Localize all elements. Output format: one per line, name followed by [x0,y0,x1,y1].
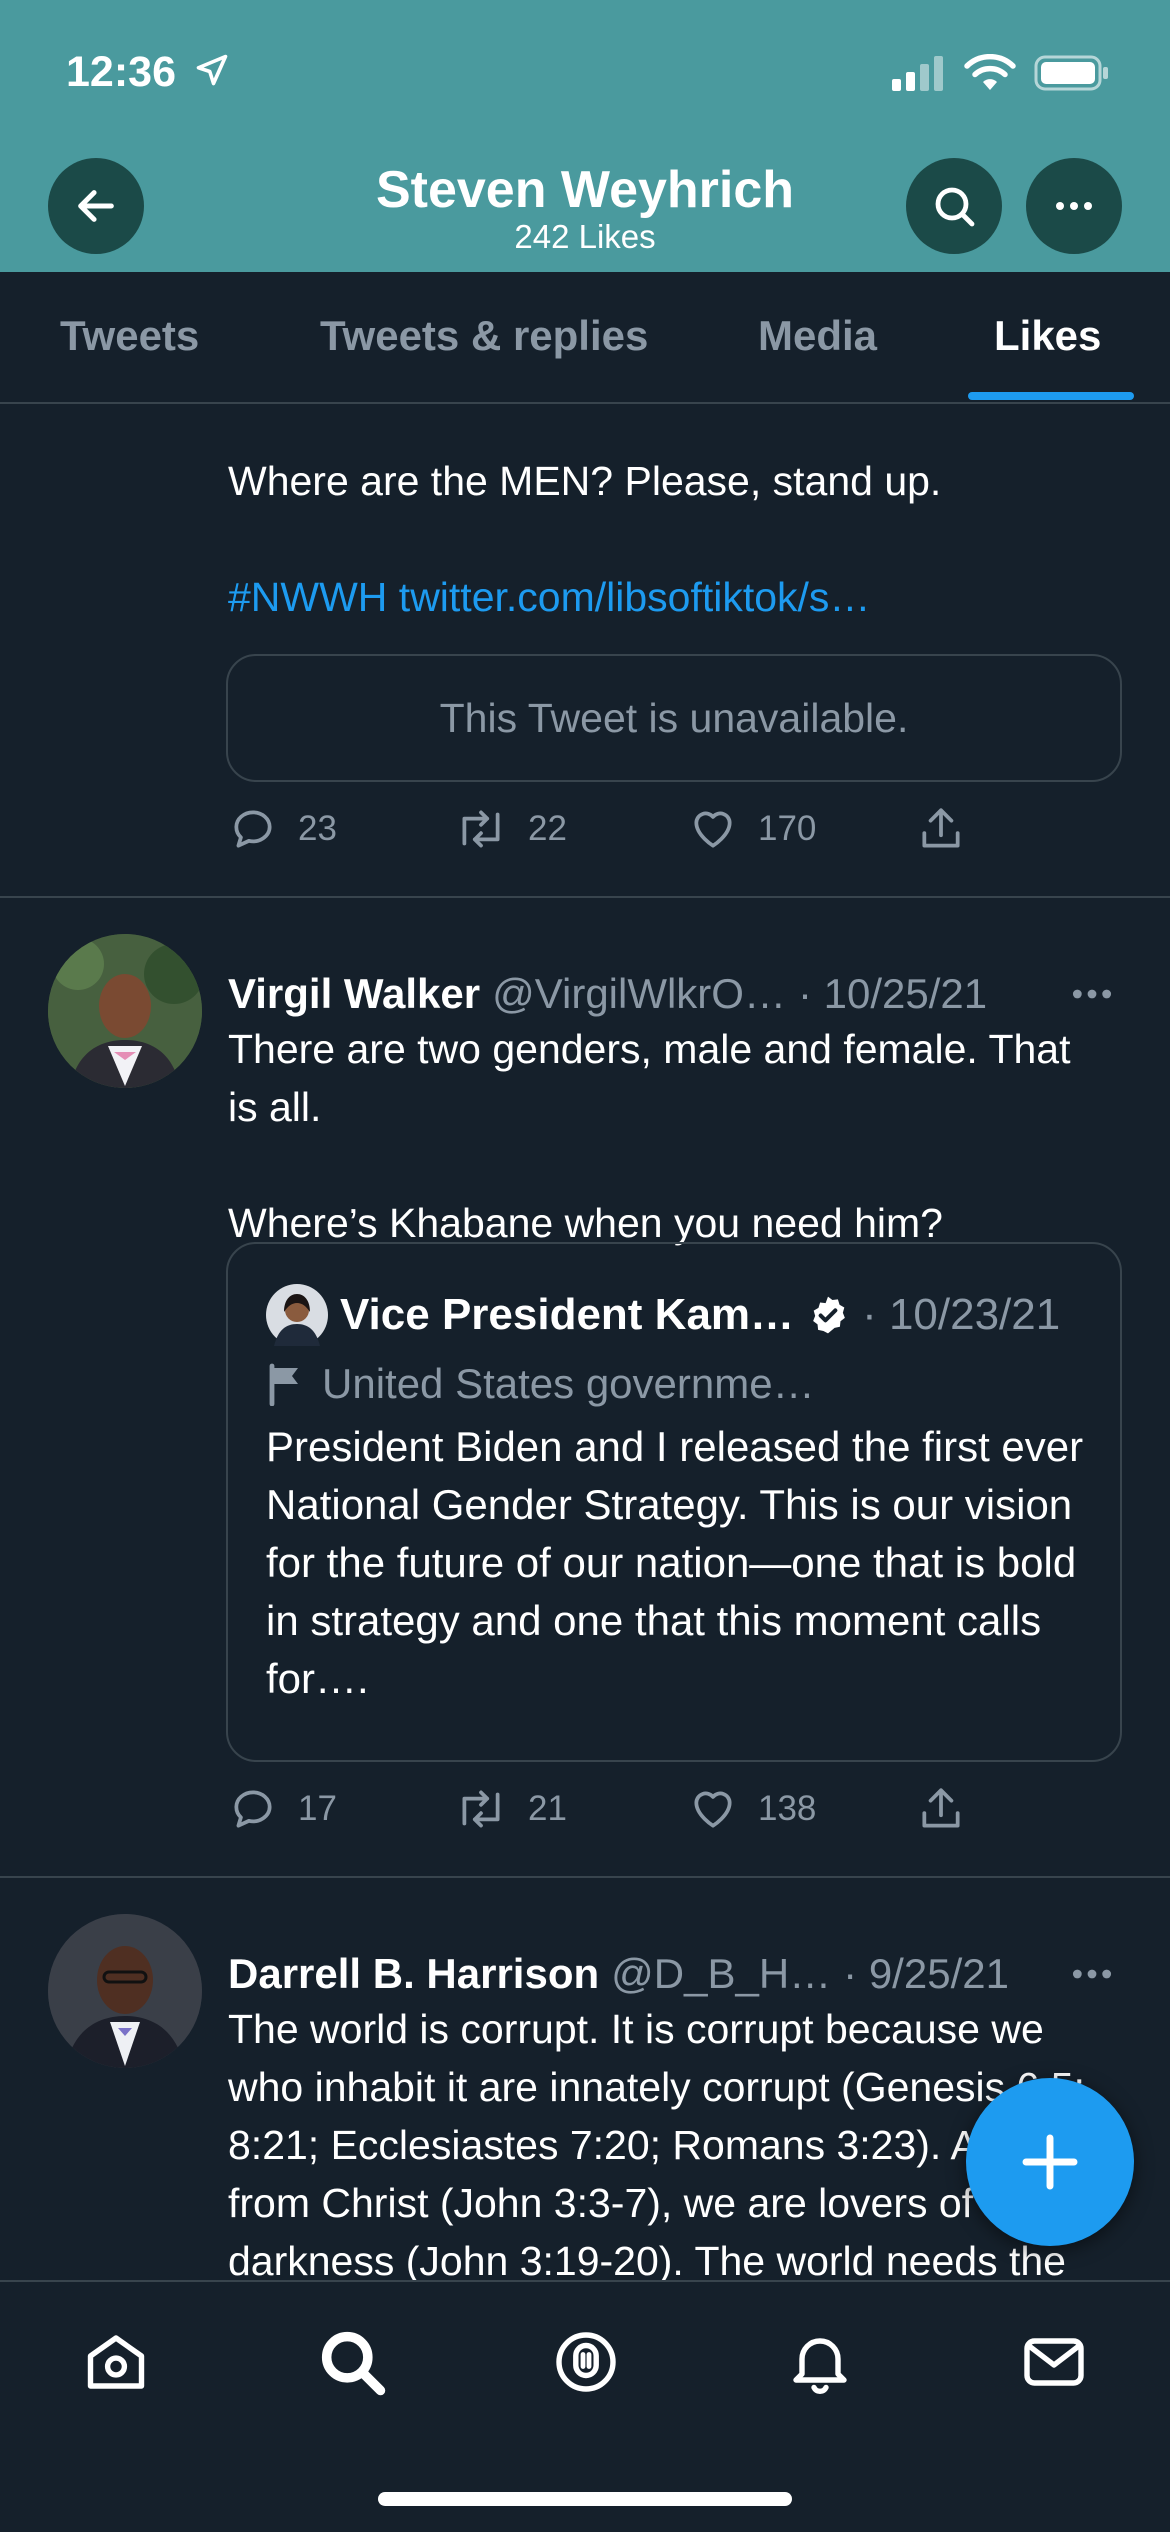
tweet-date: · 9/25/21 [843,1950,1009,1997]
like-count: 138 [758,1789,817,1828]
wifi-icon [964,54,1016,90]
spaces-icon [556,2332,616,2392]
screen: 12:36 Steven Weyhrich 242 Likes Tweets T… [0,0,1170,2532]
author-handle: @VirgilWlkrO… [492,970,786,1017]
avatar-image [48,1914,202,2068]
status-time-text: 12:36 [66,48,176,96]
tab-tweets[interactable]: Tweets [60,312,199,360]
tweet-link[interactable]: #NWWH twitter.com/libsoftiktok/s… [228,568,1108,626]
notifications-icon [793,2338,847,2395]
search-icon [935,187,975,227]
tweet-actions: 17 21 138 [228,1784,1008,1844]
author-name[interactable]: Darrell B. Harrison [228,1950,599,1998]
government-label: United States governme… [266,1360,815,1408]
nav-messages[interactable] [1014,2322,1094,2402]
reply-count: 23 [298,809,337,848]
reply-icon [234,1790,272,1828]
tweet-divider [0,1876,1170,1878]
compose-button[interactable] [966,2078,1134,2246]
explore-icon [321,2331,386,2396]
avatar[interactable] [48,934,202,1088]
tweet-author-line: Virgil Walker @VirgilWlkrO… · 10/25/21 [228,970,987,1018]
like-icon [694,811,732,848]
like-icon [694,1791,732,1828]
quoted-author-line: Vice President Kam… · 10/23/21 [266,1284,1060,1346]
government-label-text: United States governme… [322,1360,815,1407]
reply-icon [234,810,272,848]
like-button[interactable]: 170 [688,804,816,854]
retweet-button[interactable]: 22 [454,804,567,854]
compose-icon [1022,2134,1078,2190]
share-icon [922,1788,960,1828]
share-button[interactable] [916,1784,966,1834]
nav-explore[interactable] [312,2322,392,2402]
more-button[interactable] [1026,158,1122,254]
nav-notifications[interactable] [780,2322,860,2402]
tweet-divider [0,896,1170,898]
retweet-button[interactable]: 21 [454,1784,567,1834]
tab-media[interactable]: Media [758,312,877,360]
retweet-count: 21 [528,1789,567,1828]
nav-home[interactable] [76,2322,156,2402]
profile-header: 12:36 Steven Weyhrich 242 Likes [0,0,1170,272]
quoted-text: President Biden and I released the first… [266,1423,1084,1702]
tab-tweets-replies[interactable]: Tweets & replies [320,312,648,360]
tweet-author-line: Darrell B. Harrison @D_B_H… · 9/25/21 [228,1950,1009,1998]
like-count: 170 [758,809,817,848]
tweet-text: There are two genders, male and female. … [228,1026,1071,1246]
status-time: 12:36 [66,48,230,97]
retweet-icon [462,1790,500,1828]
tweet-text: Where are the MEN? Please, stand up. [228,458,942,504]
retweet-icon [462,810,500,848]
quoted-avatar [266,1284,328,1346]
reply-button[interactable]: 17 [228,1784,337,1834]
signal-icon [892,56,943,91]
verified-icon [813,1296,845,1334]
tweet-actions: 23 22 170 [228,804,1008,864]
tab-likes[interactable]: Likes [994,312,1101,360]
battery-icon [1034,55,1108,91]
tweet-date: · 10/25/21 [797,970,988,1017]
quoted-author-name: Vice President Kam… [340,1290,795,1339]
share-button[interactable] [916,804,966,854]
status-indicators [890,54,1110,92]
share-icon [922,808,960,848]
quoted-tweet[interactable]: Vice President Kam… · 10/23/21 United St… [226,1242,1122,1762]
author-name[interactable]: Virgil Walker [228,970,480,1018]
profile-tabs: Tweets Tweets & replies Media Likes [0,272,1170,404]
quoted-date: · 10/23/21 [862,1290,1061,1339]
avatar-image [48,934,202,1088]
like-button[interactable]: 138 [688,1784,816,1834]
author-handle: @D_B_H… [611,1950,832,1997]
more-icon [1056,202,1092,210]
search-button[interactable] [906,158,1002,254]
nav-spaces[interactable] [546,2322,626,2402]
location-arrow-icon [196,54,228,86]
avatar[interactable] [48,1914,202,2068]
unavailable-tweet-card: This Tweet is unavailable. [226,654,1122,782]
home-icon [87,2335,145,2389]
reply-count: 17 [298,1789,337,1828]
home-indicator[interactable] [378,2492,792,2506]
reply-button[interactable]: 23 [228,804,337,854]
flag-icon [269,1363,298,1406]
retweet-count: 22 [528,809,567,848]
messages-icon [1024,2338,1084,2386]
likes-feed[interactable]: Where are the MEN? Please, stand up. #NW… [0,404,1170,2280]
tab-active-indicator [968,392,1134,400]
